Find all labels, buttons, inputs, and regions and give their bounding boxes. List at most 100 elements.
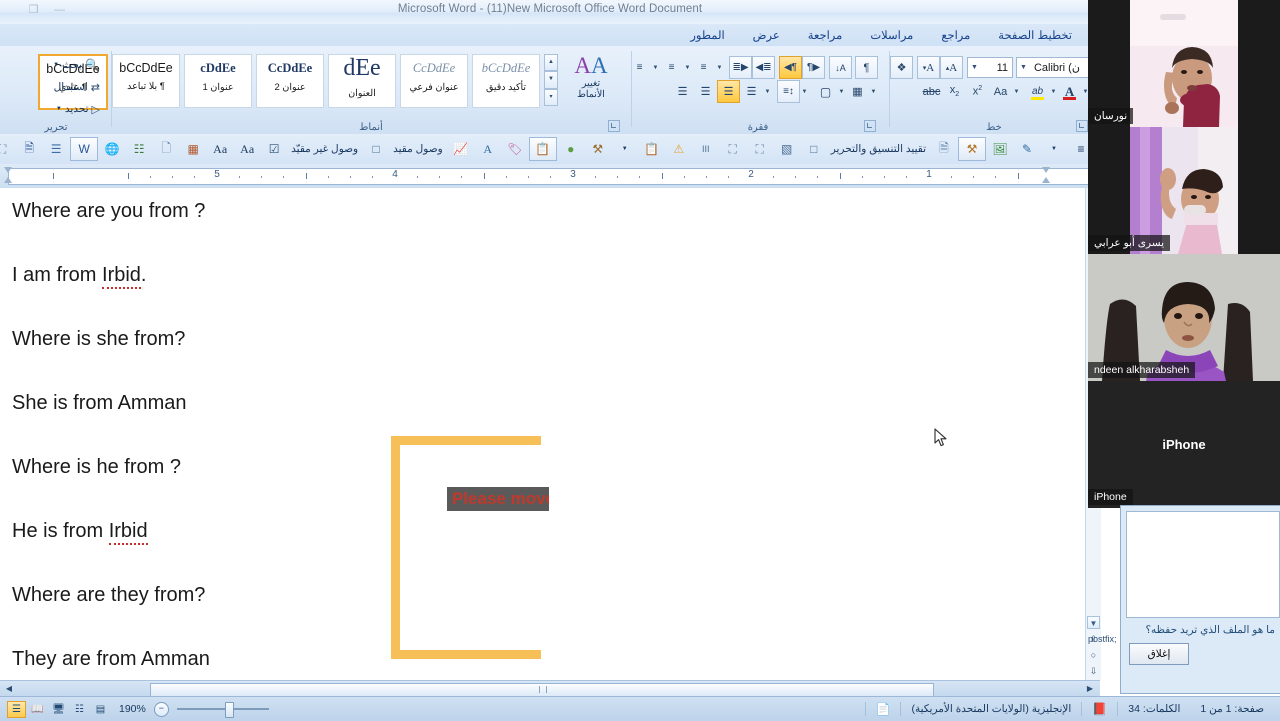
align-right-button[interactable]: ☰ [694,80,717,103]
document-line[interactable]: She is from Amman [12,392,572,414]
zoom-level-label[interactable]: 190% [119,703,146,715]
scroll-left-button[interactable]: ◀ [3,683,15,695]
font-size-combo[interactable]: ▼ 11 [967,57,1013,78]
show-formatting-marks-button[interactable]: ¶ [855,56,878,79]
warning-button[interactable]: ⚠ [666,138,692,160]
ltr-text-direction-button[interactable]: ▶¶ [802,56,825,79]
video-tile[interactable]: نورسان [1088,0,1280,127]
insert-table-button[interactable]: ▦ [180,138,206,160]
document-map-button[interactable]: 📋 [528,137,557,161]
edit-document-button[interactable]: ✎ [1014,138,1040,160]
new-document-button[interactable]: 🗎 [931,138,957,160]
grow-font-button[interactable]: A ▴ [940,56,963,79]
decrease-indent-button[interactable]: ≣◀ [752,56,775,79]
clear-formatting-button[interactable]: ❖ [890,56,913,79]
close-button[interactable]: إغلاق [1129,643,1189,665]
style-item-0[interactable]: bCcDdEe تأكيد دقيق [472,54,540,108]
document-page[interactable]: Where are you from ? I am from Irbid. Wher… [0,188,1085,680]
change-styles-button[interactable]: AA تغيير الأنماط [558,54,624,100]
group-objects-button[interactable]: ⛶ [0,138,15,160]
ribbon-tab-2[interactable]: مراسلات [856,24,927,45]
text-highlight-button[interactable]: ab [1026,80,1049,103]
video-conference-panel[interactable]: نورسان يسرى أبو عرابي ndeen alkharabsheh… [1088,0,1280,508]
style-item-3[interactable]: CcDdEe عنوان 2 [256,54,324,108]
lowercase-button[interactable]: Aa [207,138,233,160]
proofing-status[interactable]: 📕 [1081,702,1117,716]
horizontal-ruler[interactable]: 5 4 3 2 1 [0,164,1100,189]
document-line[interactable]: I am from Irbid. [12,264,572,289]
annotation-text-box[interactable]: Please move [447,487,549,511]
ribbon-tab-5[interactable]: المطور [676,24,738,45]
style-item-5[interactable]: bCcDdEe ¶ بلا تباعد [112,54,180,108]
restricted-access-checkbox[interactable]: □ [363,138,389,160]
annotation-rectangle[interactable]: Please move [391,436,549,659]
zoom-slider-thumb[interactable] [224,702,234,718]
dialog-content-area[interactable] [1126,511,1280,618]
align-center-button[interactable]: ☰ [717,80,740,103]
page-indicator[interactable]: صفحة: 1 من 1 [1190,702,1274,716]
scroll-down-button[interactable]: ▼ [1087,616,1100,629]
line-style-button[interactable]: III [693,138,719,160]
tools-button[interactable]: ⚒ [585,138,611,160]
uppercase-button[interactable]: Aa [234,138,260,160]
web-layout-view-button[interactable]: 🖥 [49,701,68,718]
zoom-slider[interactable] [176,702,269,718]
left-indent-marker[interactable] [4,167,13,183]
font-name-combo[interactable]: ▼ Calibri (ن [1016,57,1090,78]
multilevel-list-button[interactable]: ≡ [692,56,715,79]
select-browse-object-button[interactable]: ○ [1088,650,1099,661]
horizontal-scrollbar[interactable]: ◀ ▶ [0,680,1100,697]
full-screen-reading-button[interactable]: 📖 [28,701,47,718]
misspelled-word[interactable]: Irbid [102,264,141,289]
font-color-button[interactable]: A [1058,80,1081,103]
increase-indent-button[interactable]: ▶≣ [729,56,752,79]
change-case-button[interactable]: Aa [989,80,1012,103]
select-object-button[interactable]: ⛶ [747,138,773,160]
stamp-button[interactable]: 🏷 [502,138,528,160]
word-count[interactable]: الكلمات: 34 [1117,702,1190,716]
properties-button[interactable]: 📋 [639,138,665,160]
scroll-right-button[interactable]: ▶ [1084,683,1096,695]
draft-view-button[interactable]: ▤ [91,701,110,718]
browse-next-button[interactable]: ⇩ [1088,666,1099,677]
numbered-list-button[interactable]: ≡ [660,56,683,79]
word-doc-button[interactable]: 🗎 [16,138,42,160]
style-item-2[interactable]: dEe العنوان [328,54,396,108]
find-button[interactable]: 🔍 بحث ▼ [10,54,102,76]
protect-document-button[interactable]: ⚒ [958,137,986,161]
styles-gallery-scroll[interactable]: ▲ ▼ ▾ [544,54,558,106]
font-tool-button[interactable]: A [475,138,501,160]
ribbon-tab-1[interactable]: مراجع [927,24,984,45]
permission-view-button[interactable]: ▧ [774,138,800,160]
line-spacing-button[interactable]: ↕≡ [777,80,800,103]
print-layout-view-button[interactable]: ☰ [7,700,26,718]
borders-button[interactable]: ▦ [846,80,869,103]
subscript-button[interactable]: x2 [943,80,966,103]
ribbon-tab-3[interactable]: مراجعة [794,24,857,45]
ribbon-tab-0[interactable]: تخطيط الصفحة [984,24,1086,45]
insert-field-button[interactable]: 🗋 [153,138,179,160]
globe-button[interactable]: 🌐 [99,138,125,160]
list-view-button[interactable]: ☰ [43,138,69,160]
save-file-dialog[interactable]: ما هو الملف الذي تريد حفظه؟ إغلاق [1120,505,1280,694]
document-line[interactable]: Where is she from? [12,328,572,350]
record-button[interactable]: ● [558,138,584,160]
styles-scroll-up-button[interactable]: ▲ [544,54,558,72]
styles-scroll-down-button[interactable]: ▼ [544,71,558,89]
justify-button[interactable]: ☰ [740,80,763,103]
horizontal-scroll-thumb[interactable] [150,683,934,697]
superscript-button[interactable]: x2 [966,80,989,103]
outline-view-button[interactable]: ☷ [70,701,89,718]
replace-button[interactable]: ⇄ استبدال [10,76,102,98]
shading-button[interactable]: ▢ [814,80,837,103]
unrestricted-access-checkbox[interactable]: ☑ [261,138,287,160]
language-indicator[interactable]: الإنجليزية (الولايات المتحدة الأمريكية) [900,702,1081,716]
zoom-out-button[interactable]: − [153,701,169,717]
organizer-button[interactable]: ☷ [126,138,152,160]
video-tile[interactable]: iPhone iPhone [1088,381,1280,508]
macro-recorder[interactable]: 📄 [864,702,901,716]
chart-button[interactable]: 📈 [448,138,474,160]
browse-previous-button[interactable]: ⇧ [1088,634,1099,645]
insert-picture-button[interactable]: 🖼 [987,138,1013,160]
video-tile[interactable]: يسرى أبو عرابي [1088,127,1280,254]
